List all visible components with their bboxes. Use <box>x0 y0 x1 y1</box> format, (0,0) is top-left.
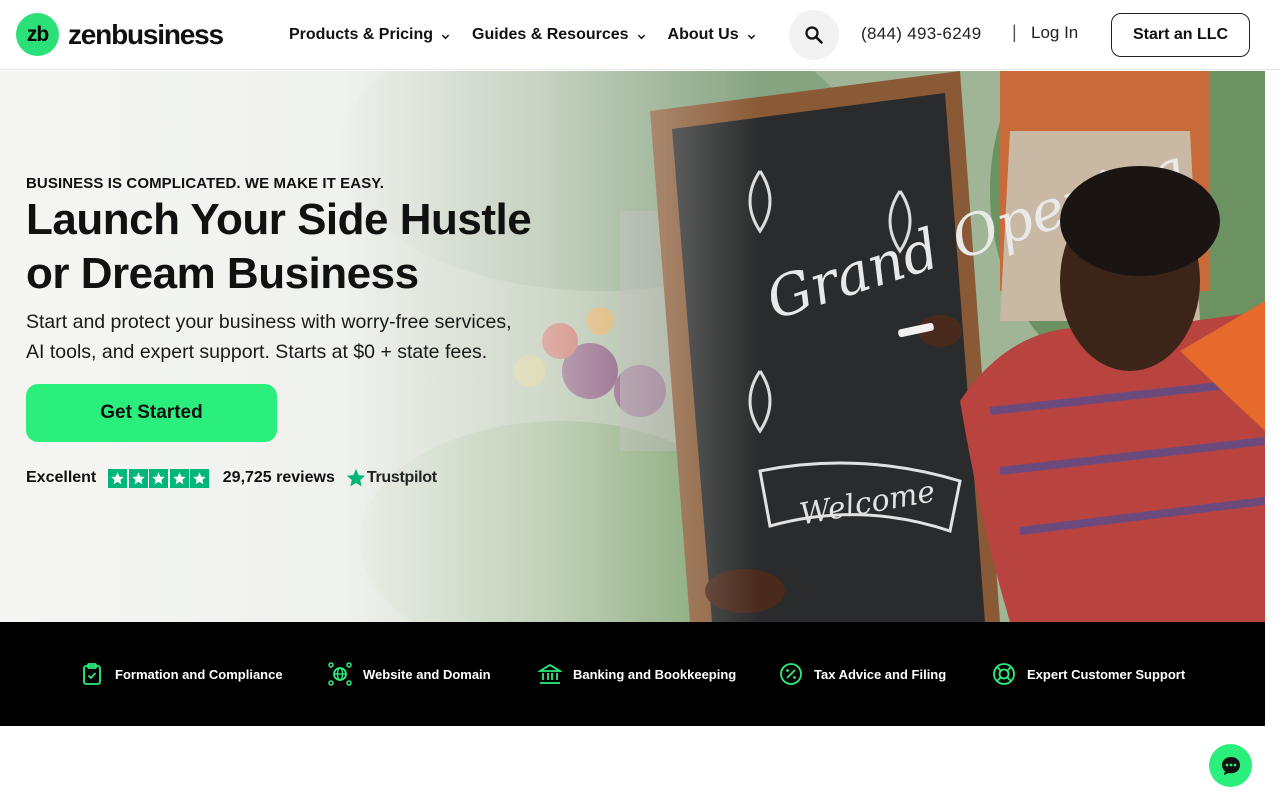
chat-widget-button[interactable] <box>1209 744 1252 787</box>
main-nav: Products & Pricing Guides & Resources Ab… <box>289 0 778 70</box>
feature-banking-bookkeeping[interactable]: Banking and Bookkeeping <box>538 662 736 686</box>
zenbusiness-logo[interactable]: zb zenbusiness <box>16 13 224 56</box>
hero-section: Grand Opening Welcome BUSINESS IS COMPLI… <box>0 71 1265 622</box>
trustpilot-star-icon <box>346 468 366 487</box>
trustpilot-wordmark: Trustpilot <box>366 469 437 486</box>
search-icon <box>805 26 823 44</box>
get-started-button[interactable]: Get Started <box>26 384 277 442</box>
feature-label: Banking and Bookkeeping <box>573 666 737 682</box>
trustpilot-rating[interactable]: Excellent 29,725 reviews Trustpilot <box>26 467 437 489</box>
globe-network-icon <box>328 662 352 686</box>
headline-line-2: or Dream Business <box>26 249 419 298</box>
chat-bubble-icon <box>1221 756 1240 775</box>
feature-tax-advice-filing[interactable]: Tax Advice and Filing <box>779 662 946 686</box>
hero-eyebrow: BUSINESS IS COMPLICATED. WE MAKE IT EASY… <box>26 175 385 192</box>
subcopy-line-1: Start and protect your business with wor… <box>26 311 512 333</box>
logo-wordmark: zenbusiness <box>68 18 224 50</box>
lifebuoy-icon <box>993 663 1015 685</box>
rating-word: Excellent <box>26 469 97 486</box>
header-divider: | <box>1012 22 1017 42</box>
chevron-down-icon <box>747 34 755 39</box>
phone-link[interactable]: (844) 493-6249 <box>861 24 981 44</box>
site-header: zb zenbusiness Products & Pricing Guides… <box>0 0 1280 70</box>
star-icon <box>169 468 189 488</box>
chevron-down-icon <box>637 34 645 39</box>
bank-icon <box>538 663 562 684</box>
clipboard-check-icon <box>83 663 101 685</box>
feature-bar: Formation and Compliance Website and Dom… <box>0 622 1265 726</box>
review-count: 29,725 reviews <box>222 469 335 486</box>
nav-item-label: About Us <box>667 26 739 43</box>
feature-website-domain[interactable]: Website and Domain <box>328 662 491 686</box>
search-button[interactable] <box>789 10 839 60</box>
hero-subcopy: Start and protect your business with wor… <box>26 307 586 367</box>
star-icon <box>190 468 210 488</box>
nav-about-us[interactable]: About Us <box>668 26 756 44</box>
nav-item-label: Guides & Resources <box>472 26 629 43</box>
feature-label: Formation and Compliance <box>115 666 283 682</box>
feature-formation-compliance[interactable]: Formation and Compliance <box>80 662 283 686</box>
star-icon <box>128 468 148 488</box>
nav-item-label: Products & Pricing <box>289 26 434 43</box>
login-link[interactable]: Log In <box>1031 23 1078 43</box>
feature-expert-support[interactable]: Expert Customer Support <box>992 662 1185 686</box>
feature-label: Expert Customer Support <box>1027 666 1186 682</box>
feature-label: Tax Advice and Filing <box>814 666 947 682</box>
rating-stars <box>108 468 211 488</box>
star-icon <box>108 468 128 488</box>
logo-badge: zb <box>16 13 59 56</box>
percent-icon <box>780 663 802 685</box>
nav-guides-resources[interactable]: Guides & Resources <box>472 26 646 44</box>
feature-label: Website and Domain <box>363 666 491 682</box>
chevron-down-icon <box>441 34 450 39</box>
trustpilot-logo: Trustpilot <box>345 467 437 489</box>
hero-headline: Launch Your Side Hustle or Dream Busines… <box>26 193 626 301</box>
star-icon <box>149 468 169 488</box>
headline-line-1: Launch Your Side Hustle <box>26 195 532 244</box>
scrollbar[interactable] <box>1265 71 1280 800</box>
nav-products-pricing[interactable]: Products & Pricing <box>289 26 450 44</box>
subcopy-line-2: AI tools, and expert support. Starts at … <box>26 341 488 363</box>
start-llc-button[interactable]: Start an LLC <box>1111 13 1250 57</box>
